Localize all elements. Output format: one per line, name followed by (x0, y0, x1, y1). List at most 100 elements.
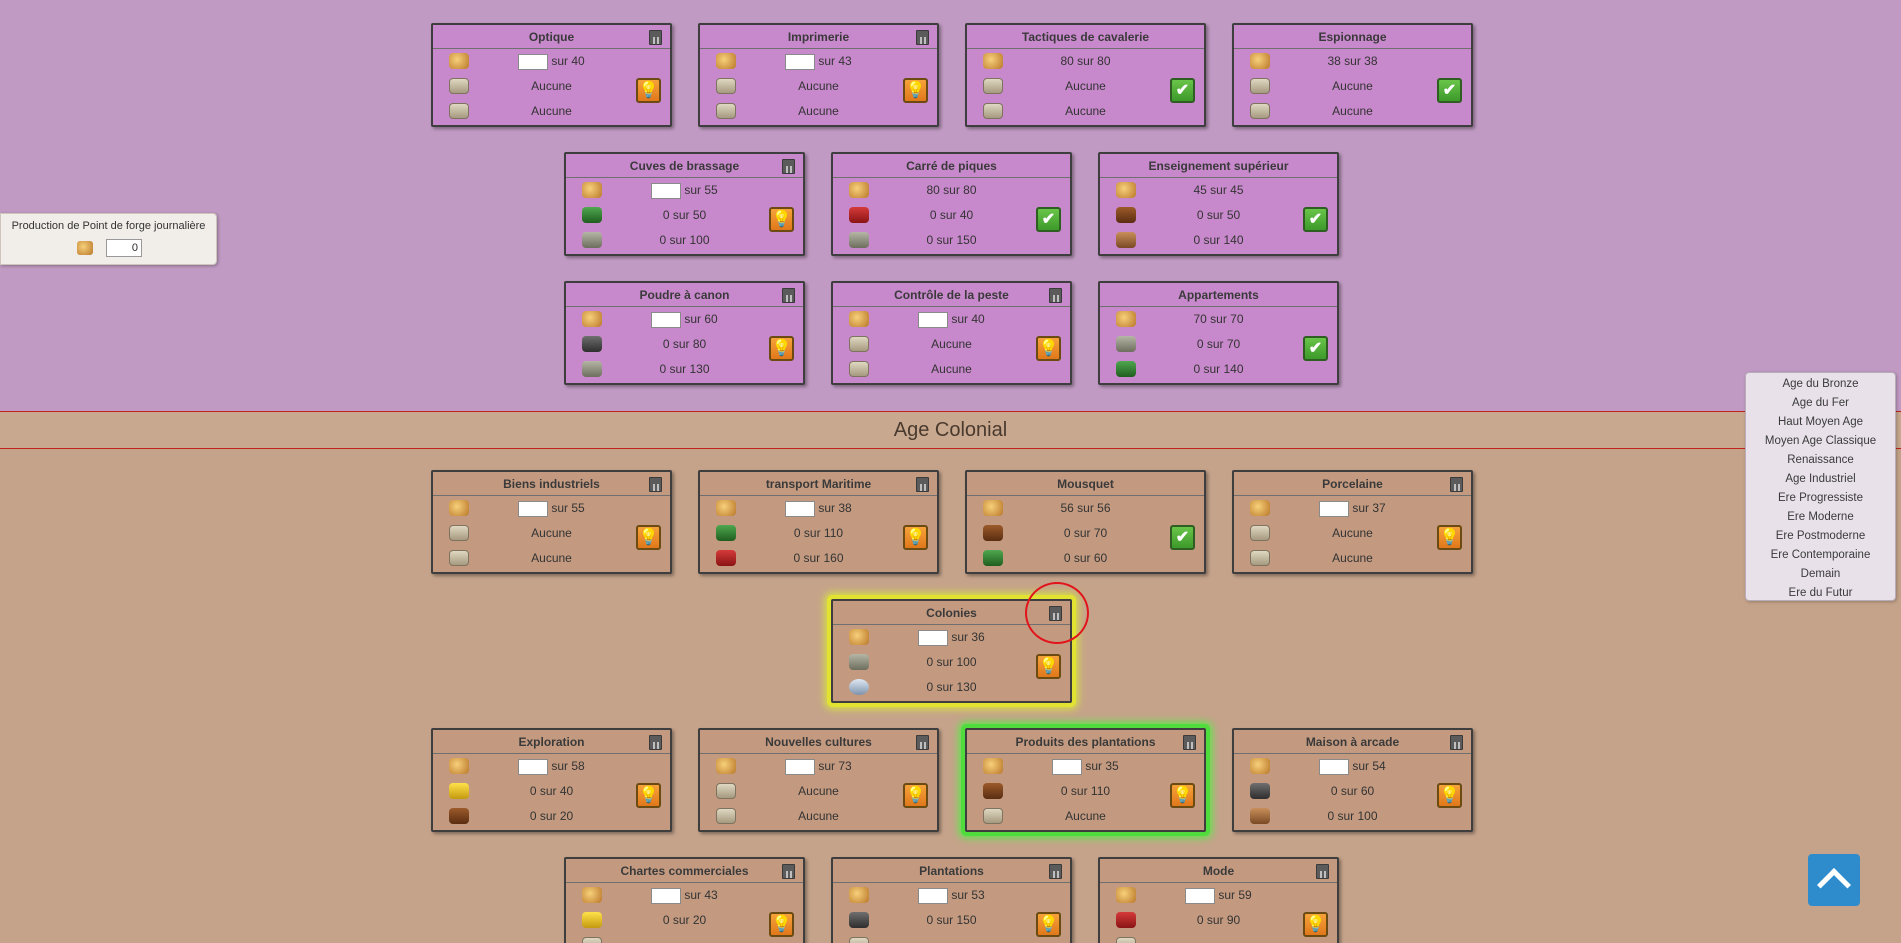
row-value-text: sur 73 (818, 759, 852, 773)
calculator-icon[interactable] (782, 288, 795, 303)
forge-point-icon (983, 500, 1003, 516)
daily-forge-points-input[interactable]: 0 (106, 239, 142, 257)
forge-points-input[interactable] (518, 500, 549, 517)
researched-check-button[interactable]: ✔ (1170, 78, 1195, 103)
tech-title-text: Poudre à canon (639, 288, 730, 302)
forge-points-row: 56 sur 56 (967, 496, 1204, 521)
age-menu-item[interactable]: Age Industriel (1746, 470, 1895, 489)
forge-points-input[interactable] (518, 758, 549, 775)
row-value-text: 0 sur 60 (1063, 551, 1108, 565)
row-value-text: 0 sur 70 (1063, 526, 1108, 540)
lightbulb-icon: 💡 (1038, 658, 1059, 675)
dark-goods-icon (849, 912, 869, 928)
forge-points-input[interactable] (518, 53, 549, 70)
research-bulb-button[interactable]: 💡 (1437, 525, 1462, 550)
tech-title-text: Cuves de brassage (629, 159, 740, 173)
row-value-text: Aucune (798, 104, 839, 118)
age-menu-item[interactable]: Ere Progressiste (1746, 489, 1895, 508)
research-bulb-button[interactable]: 💡 (769, 336, 794, 361)
row-value: 0 sur 60 (1007, 546, 1164, 571)
researched-check-button[interactable]: ✔ (1170, 525, 1195, 550)
forge-points-input[interactable] (1185, 887, 1216, 904)
age-menu-item[interactable]: Renaissance (1746, 451, 1895, 470)
forge-points-input[interactable] (785, 500, 816, 517)
tech-title: Biens industriels (433, 472, 670, 496)
researched-check-button[interactable]: ✔ (1437, 78, 1462, 103)
row-value-text: 0 sur 100 (926, 655, 977, 669)
calculator-icon[interactable] (916, 477, 929, 492)
forge-points-input[interactable] (651, 182, 682, 199)
age-menu-item[interactable]: Ere Postmoderne (1746, 527, 1895, 546)
research-bulb-button[interactable]: 💡 (1303, 912, 1328, 937)
research-bulb-button[interactable]: 💡 (903, 78, 928, 103)
age-menu-item[interactable]: Age du Fer (1746, 394, 1895, 413)
forge-points-input[interactable] (918, 629, 949, 646)
forge-points-input[interactable] (1052, 758, 1083, 775)
research-bulb-button[interactable]: 💡 (636, 783, 661, 808)
lightbulb-icon: 💡 (1038, 916, 1059, 933)
calculator-icon[interactable] (1183, 735, 1196, 750)
research-bulb-button[interactable]: 💡 (1036, 654, 1061, 679)
tech-title: Cuves de brassage (566, 154, 803, 178)
research-bulb-button[interactable]: 💡 (1170, 783, 1195, 808)
age-menu-item[interactable]: Ere du Futur (1746, 584, 1895, 603)
forge-points-input[interactable] (1319, 500, 1350, 517)
tech-title: Optique (433, 25, 670, 49)
row-value-text: Aucune (1065, 809, 1106, 823)
forge-points-input[interactable] (918, 887, 949, 904)
row-value-text: sur 37 (1352, 501, 1386, 515)
researched-check-button[interactable]: ✔ (1303, 207, 1328, 232)
no-goods-icon (449, 103, 469, 119)
age-menu-item[interactable]: Demain (1746, 565, 1895, 584)
calculator-icon[interactable] (649, 735, 662, 750)
research-bulb-button[interactable]: 💡 (1437, 783, 1462, 808)
forge-points-row: sur 55 (433, 496, 670, 521)
scroll-to-top-button[interactable] (1808, 854, 1860, 906)
forge-points-input[interactable] (918, 311, 949, 328)
researched-check-button[interactable]: ✔ (1303, 336, 1328, 361)
research-bulb-button[interactable]: 💡 (636, 525, 661, 550)
forge-points-input[interactable] (785, 53, 816, 70)
research-bulb-button[interactable]: 💡 (903, 525, 928, 550)
plank-goods-icon (1116, 232, 1136, 248)
calculator-icon[interactable] (1049, 864, 1062, 879)
researched-check-button[interactable]: ✔ (1036, 207, 1061, 232)
research-bulb-button[interactable]: 💡 (769, 207, 794, 232)
tech-card-optique: Optique sur 40 Aucune Aucune 💡 (431, 23, 672, 127)
forge-points-row: sur 53 (833, 883, 1070, 908)
forge-points-input[interactable] (651, 887, 682, 904)
row-value-text: Aucune (798, 784, 839, 798)
research-bulb-button[interactable]: 💡 (903, 783, 928, 808)
calculator-icon[interactable] (1450, 735, 1463, 750)
calculator-icon[interactable] (649, 30, 662, 45)
calculator-icon[interactable] (1316, 864, 1329, 879)
age-menu-item[interactable]: Haut Moyen Age (1746, 413, 1895, 432)
row-value-text: 80 sur 80 (1060, 54, 1111, 68)
tech-title: Enseignement supérieur (1100, 154, 1337, 178)
calculator-icon[interactable] (1450, 477, 1463, 492)
calculator-icon[interactable] (782, 864, 795, 879)
brown-goods-icon (983, 783, 1003, 799)
calculator-icon[interactable] (916, 30, 929, 45)
research-bulb-button[interactable]: 💡 (636, 78, 661, 103)
age-menu-item[interactable]: Age du Bronze (1746, 375, 1895, 394)
row-value: 0 sur 40 (473, 779, 630, 804)
forge-points-input[interactable] (651, 311, 682, 328)
forge-points-input[interactable] (1319, 758, 1350, 775)
calculator-icon[interactable] (916, 735, 929, 750)
forge-points-row: sur 55 (566, 178, 803, 203)
row-value: 0 sur 160 (740, 546, 897, 571)
calculator-icon[interactable] (1049, 288, 1062, 303)
research-bulb-button[interactable]: 💡 (1036, 336, 1061, 361)
age-menu-item[interactable]: Ere Moderne (1746, 508, 1895, 527)
tech-title: Nouvelles cultures (700, 730, 937, 754)
calculator-icon[interactable] (782, 159, 795, 174)
age-menu-item[interactable]: Moyen Age Classique (1746, 432, 1895, 451)
red-goods-icon (849, 207, 869, 223)
forge-points-input[interactable] (785, 758, 816, 775)
tech-title-text: Enseignement supérieur (1148, 159, 1289, 173)
age-menu-item[interactable]: Ere Contemporaine (1746, 546, 1895, 565)
research-bulb-button[interactable]: 💡 (1036, 912, 1061, 937)
calculator-icon[interactable] (649, 477, 662, 492)
research-bulb-button[interactable]: 💡 (769, 912, 794, 937)
